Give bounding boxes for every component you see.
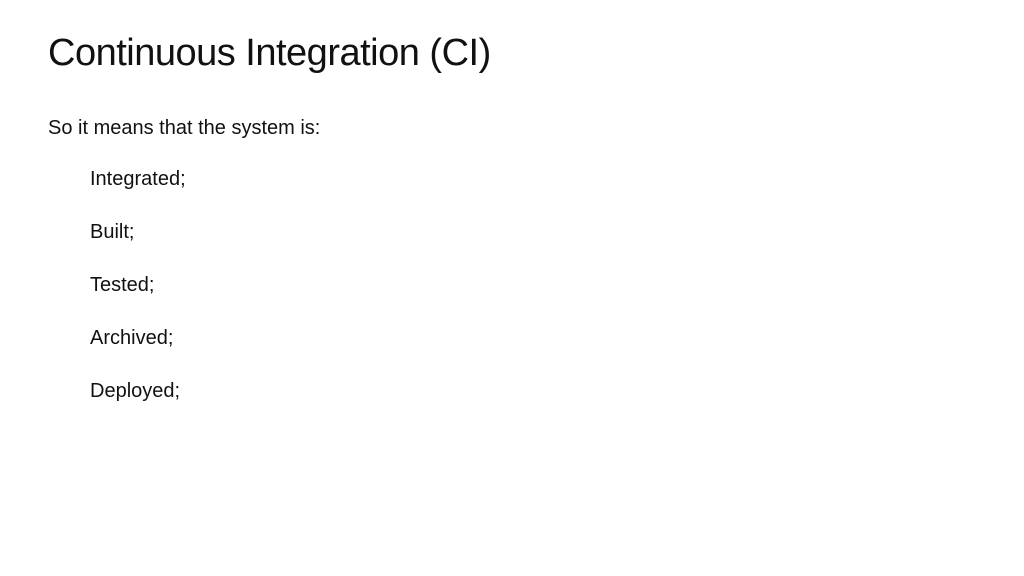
intro-text: So it means that the system is: (48, 117, 976, 140)
slide-title: Continuous Integration (CI) (48, 32, 976, 75)
list-item: Archived; (90, 327, 976, 350)
list-item: Tested; (90, 274, 976, 297)
list-item: Built; (90, 221, 976, 244)
list-item: Deployed; (90, 380, 976, 403)
list-item: Integrated; (90, 168, 976, 191)
bullet-list: Integrated; Built; Tested; Archived; Dep… (48, 168, 976, 403)
